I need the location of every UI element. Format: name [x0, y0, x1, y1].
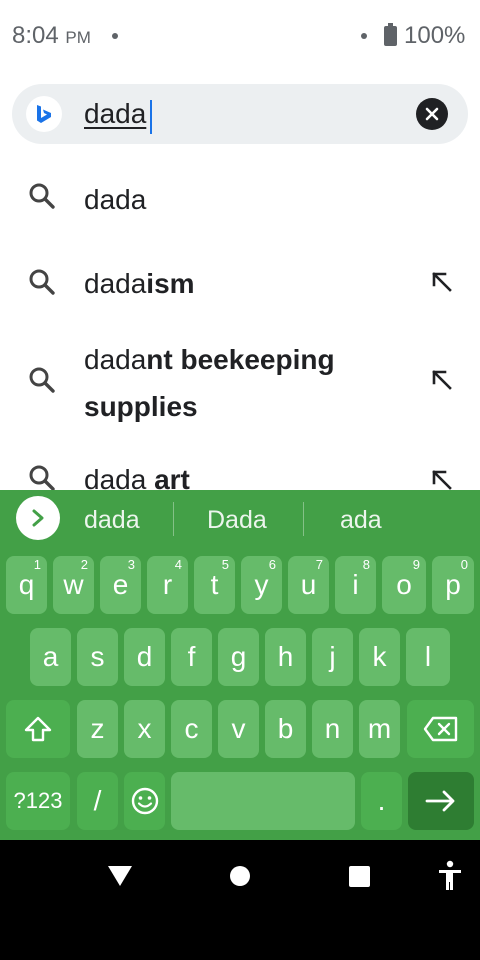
search-icon — [29, 269, 55, 295]
word-suggestion[interactable]: Dada — [207, 506, 267, 535]
clear-search-button[interactable] — [416, 98, 448, 130]
fill-query-arrow-icon[interactable] — [430, 468, 456, 490]
suggestion-item[interactable]: dada art — [0, 452, 480, 490]
status-time: 8:04 PM — [12, 22, 91, 49]
key-p[interactable]: p0 — [432, 556, 474, 614]
key-r[interactable]: r4 — [147, 556, 188, 614]
slash-key[interactable]: / — [77, 772, 118, 830]
key-u[interactable]: u7 — [288, 556, 329, 614]
go-key[interactable] — [408, 772, 474, 830]
suggestion-item[interactable]: dadaism — [0, 252, 480, 316]
shift-arrow-icon — [24, 716, 52, 742]
key-g[interactable]: g — [218, 628, 259, 686]
close-icon — [425, 107, 439, 121]
suggestion-divider — [303, 502, 304, 536]
key-t[interactable]: t5 — [194, 556, 235, 614]
accessibility-icon[interactable] — [436, 860, 464, 892]
key-q[interactable]: q1 — [6, 556, 47, 614]
signal-dot-icon — [361, 33, 367, 39]
space-key[interactable] — [171, 772, 355, 830]
search-bar[interactable]: dada — [12, 84, 468, 144]
recents-square-icon[interactable] — [348, 865, 371, 888]
suggestion-text: dadaism — [84, 268, 195, 299]
back-triangle-icon[interactable] — [106, 864, 134, 888]
key-c[interactable]: c — [171, 700, 212, 758]
key-n[interactable]: n — [312, 700, 353, 758]
suggestion-item[interactable]: dada — [0, 168, 480, 232]
key-x[interactable]: x — [124, 700, 165, 758]
symbols-key[interactable]: ?123 — [6, 772, 70, 830]
key-i[interactable]: i8 — [335, 556, 376, 614]
arrow-right-icon — [425, 790, 455, 812]
status-bar: 8:04 PM 100% — [0, 0, 480, 72]
battery-icon — [384, 23, 397, 46]
key-l[interactable]: l — [406, 628, 450, 686]
key-v[interactable]: v — [218, 700, 259, 758]
key-w[interactable]: w2 — [53, 556, 94, 614]
battery-percent: 100% — [404, 22, 466, 49]
search-icon — [29, 367, 55, 393]
home-circle-icon[interactable] — [229, 865, 251, 887]
key-k[interactable]: k — [359, 628, 400, 686]
key-y[interactable]: y6 — [241, 556, 282, 614]
shift-key[interactable] — [6, 700, 70, 758]
emoji-smiley-icon — [131, 787, 158, 815]
search-icon — [29, 183, 55, 209]
key-j[interactable]: j — [312, 628, 353, 686]
key-h[interactable]: h — [265, 628, 306, 686]
suggestion-text: dada art — [84, 464, 190, 490]
key-e[interactable]: e3 — [100, 556, 141, 614]
soft-keyboard: dada Dada ada q1 w2 e3 r4 t5 y6 u7 i8 o9… — [0, 490, 480, 840]
key-b[interactable]: b — [265, 700, 306, 758]
suggestion-item[interactable]: dadant beekeeping supplies — [0, 336, 480, 432]
bing-logo-icon — [26, 96, 62, 132]
expand-suggestions-button[interactable] — [16, 496, 60, 540]
fill-query-arrow-icon[interactable] — [430, 270, 456, 296]
emoji-key[interactable] — [124, 772, 165, 830]
key-o[interactable]: o9 — [382, 556, 426, 614]
suggestion-text: dadant beekeeping supplies — [84, 344, 335, 422]
period-key[interactable]: . — [361, 772, 402, 830]
chevron-right-icon — [32, 509, 44, 527]
text-caret — [150, 100, 152, 134]
fill-query-arrow-icon[interactable] — [430, 368, 456, 394]
navigation-bar — [0, 840, 480, 960]
suggestion-text: dada — [84, 184, 147, 215]
key-a[interactable]: a — [30, 628, 71, 686]
notification-dot-icon — [112, 33, 118, 39]
suggestion-divider — [173, 502, 174, 536]
word-suggestion[interactable]: ada — [340, 506, 382, 535]
backspace-icon — [423, 716, 457, 742]
key-m[interactable]: m — [359, 700, 400, 758]
keyboard-suggestion-strip: dada Dada ada — [0, 490, 480, 548]
key-z[interactable]: z — [77, 700, 118, 758]
search-input[interactable]: dada — [84, 98, 146, 130]
key-d[interactable]: d — [124, 628, 165, 686]
key-s[interactable]: s — [77, 628, 118, 686]
word-suggestion[interactable]: dada — [84, 506, 140, 535]
key-f[interactable]: f — [171, 628, 212, 686]
backspace-key[interactable] — [407, 700, 474, 758]
search-icon — [29, 465, 55, 490]
